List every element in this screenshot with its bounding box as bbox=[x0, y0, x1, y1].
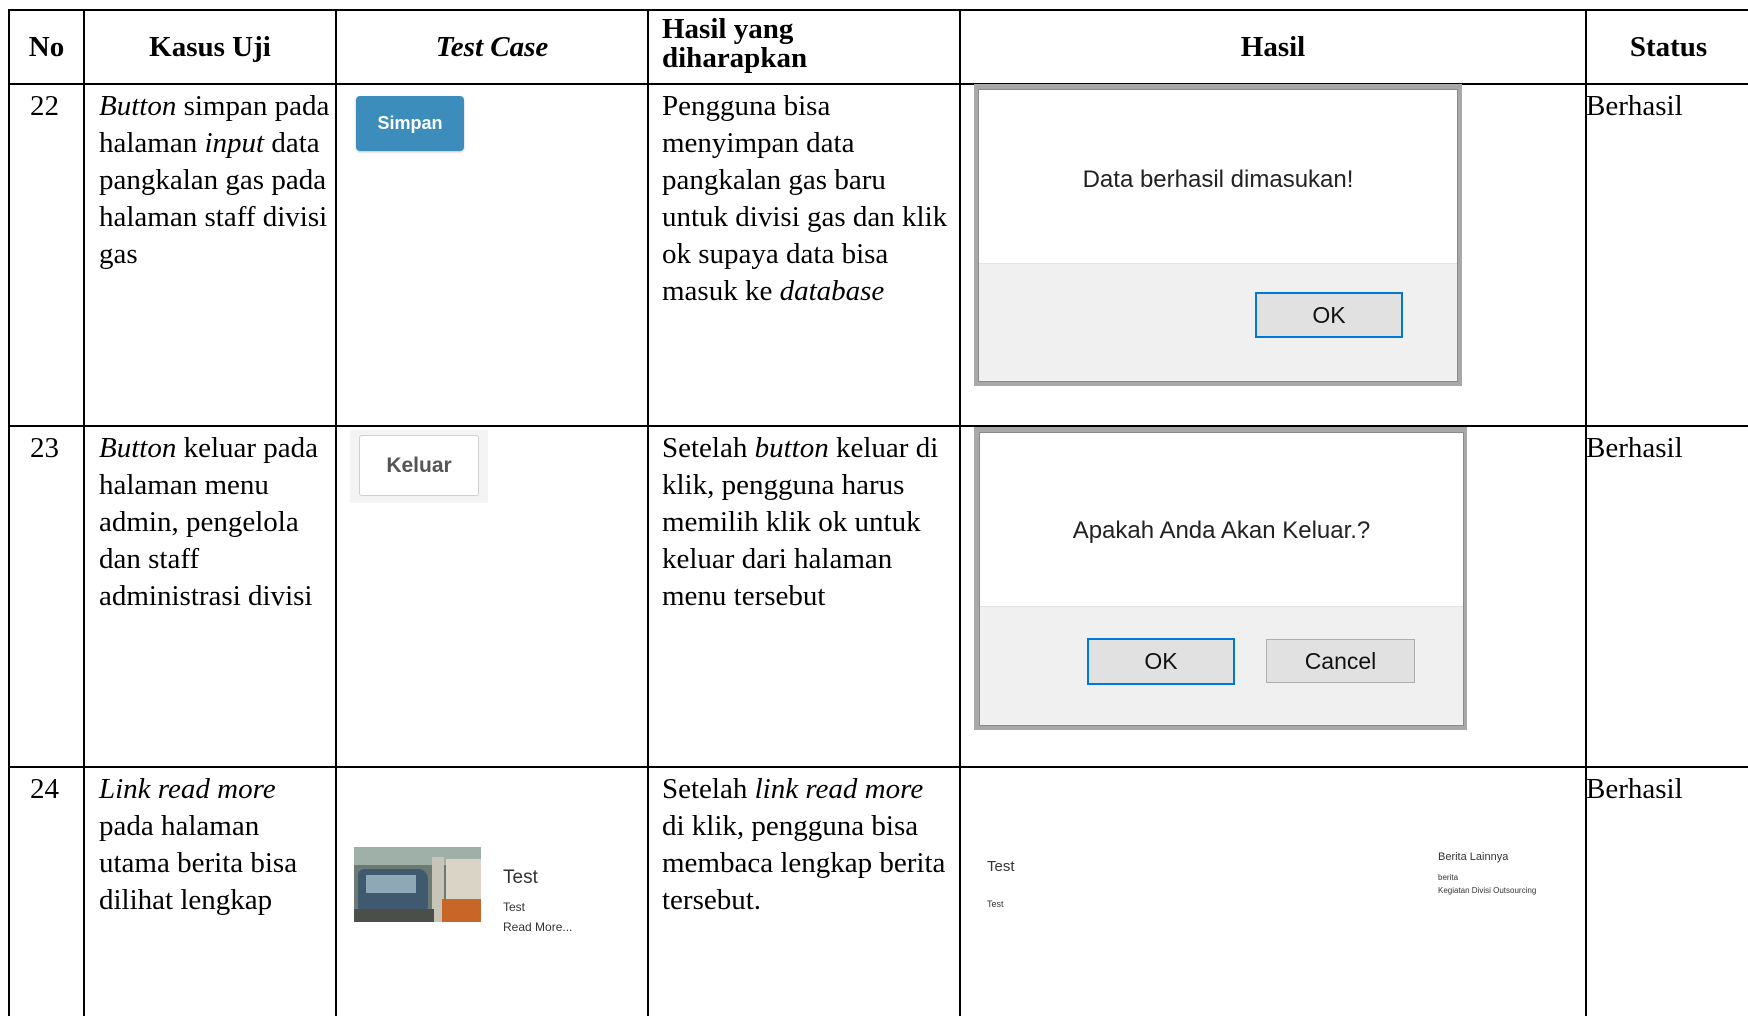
dialog-cancel-button[interactable]: Cancel bbox=[1266, 639, 1415, 683]
text-segment: pada halaman utama berita bisa dilihat l… bbox=[99, 810, 298, 916]
text-segment: di klik, pengguna bisa membaca lengkap b… bbox=[662, 810, 946, 916]
sidebar-link-berita[interactable]: berita bbox=[1438, 873, 1458, 882]
alert-dialog: Data berhasil dimasukan! OK bbox=[978, 89, 1458, 382]
italic-term: input bbox=[204, 127, 265, 159]
row-number: 24 bbox=[30, 773, 59, 805]
table-border bbox=[8, 9, 10, 1016]
header-hasil: Hasil bbox=[1240, 30, 1306, 63]
hasil-diharapkan-text: Setelah button keluar di klik, pengguna … bbox=[662, 430, 952, 615]
table-border bbox=[8, 766, 1748, 768]
kasus-uji-text: Button simpan pada halaman input data pa… bbox=[99, 88, 331, 273]
text-segment: Setelah bbox=[662, 773, 755, 805]
article-title: Test bbox=[987, 858, 1015, 875]
header-hasil-diharapkan-line2: diharapkan bbox=[662, 42, 808, 74]
header-hasil-diharapkan: Hasil yang diharapkan bbox=[662, 15, 952, 81]
italic-term: Button bbox=[99, 432, 177, 464]
dialog-ok-button[interactable]: OK bbox=[1255, 292, 1403, 338]
header-hasil-diharapkan-line1: Hasil yang bbox=[662, 13, 794, 45]
status-text: Berhasil bbox=[1586, 432, 1683, 464]
table-border bbox=[83, 9, 85, 1016]
header-no: No bbox=[28, 30, 65, 63]
sidebar-title: Berita Lainnya bbox=[1438, 851, 1509, 863]
table-border bbox=[8, 425, 1748, 427]
dialog-message: Data berhasil dimasukan! bbox=[1082, 166, 1354, 193]
dialog-ok-button[interactable]: OK bbox=[1087, 638, 1235, 685]
hasil-diharapkan-text: Setelah link read more di klik, pengguna… bbox=[662, 771, 952, 919]
row-number: 22 bbox=[30, 90, 59, 122]
italic-term: Link read more bbox=[99, 773, 276, 805]
row-number: 23 bbox=[30, 432, 59, 464]
table-border bbox=[1585, 9, 1587, 1016]
kasus-uji-text: Link read more pada halaman utama berita… bbox=[99, 771, 331, 919]
header-test-case: Test Case bbox=[435, 30, 549, 63]
test-case-table: No Kasus Uji Test Case Hasil yang dihara… bbox=[8, 9, 1748, 1016]
keluar-button[interactable]: Keluar bbox=[359, 435, 479, 496]
article-body: Test bbox=[987, 899, 1004, 909]
table-border bbox=[335, 9, 337, 1016]
text-segment: Setelah bbox=[662, 432, 755, 464]
hasil-diharapkan-text: Pengguna bisa menyimpan data pangkalan g… bbox=[662, 88, 952, 310]
read-more-link[interactable]: Read More... bbox=[503, 920, 572, 934]
table-border bbox=[647, 9, 649, 1016]
table-border bbox=[959, 9, 961, 1016]
news-thumbnail-image bbox=[354, 847, 481, 922]
header-kasus-uji: Kasus Uji bbox=[149, 30, 271, 63]
status-text: Berhasil bbox=[1586, 90, 1683, 122]
kasus-uji-text: Button keluar pada halaman menu admin, p… bbox=[99, 430, 331, 615]
sidebar-link-kegiatan[interactable]: Kegiatan Divisi Outsourcing bbox=[1438, 886, 1536, 895]
italic-term: Button bbox=[99, 90, 177, 122]
confirm-dialog: Apakah Anda Akan Keluar.? OK Cancel bbox=[979, 432, 1464, 726]
news-body: Test bbox=[503, 900, 526, 914]
italic-term: database bbox=[779, 275, 885, 307]
italic-term: link read more bbox=[754, 773, 924, 805]
table-border bbox=[8, 83, 1748, 85]
italic-term: button bbox=[754, 432, 829, 464]
header-status: Status bbox=[1629, 30, 1708, 63]
simpan-button[interactable]: Simpan bbox=[356, 96, 464, 151]
status-text: Berhasil bbox=[1586, 773, 1683, 805]
news-title: Test bbox=[503, 867, 538, 888]
dialog-message: Apakah Anda Akan Keluar.? bbox=[1072, 517, 1371, 544]
